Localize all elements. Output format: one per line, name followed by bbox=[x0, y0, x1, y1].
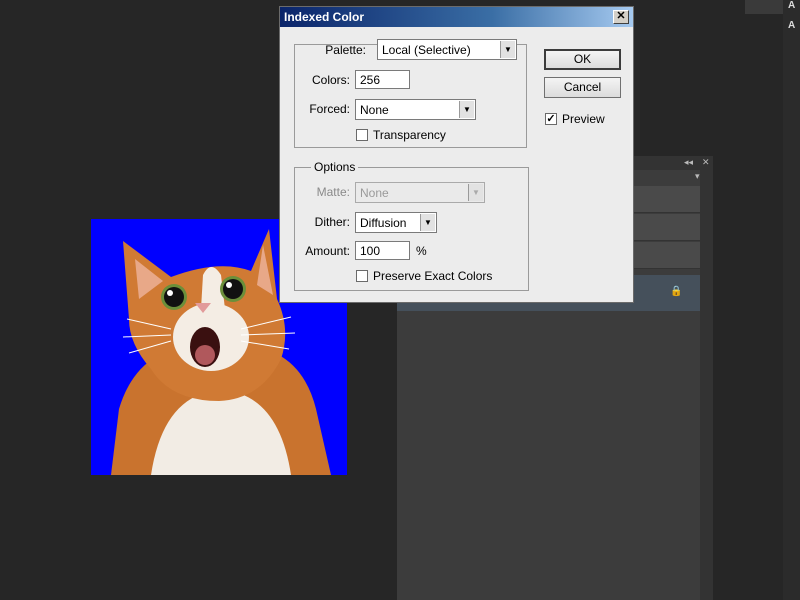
dialog-titlebar[interactable]: Indexed Color ✕ bbox=[280, 7, 633, 27]
options-legend: Options bbox=[311, 160, 359, 174]
close-panel-icon[interactable]: ✕ bbox=[702, 157, 710, 168]
dither-value: Diffusion bbox=[360, 216, 407, 230]
forced-select[interactable]: None ▼ bbox=[355, 99, 476, 120]
matte-select: None ▼ bbox=[355, 182, 485, 203]
colors-input[interactable]: 256 bbox=[355, 70, 410, 89]
panel-label-b[interactable]: A bbox=[788, 20, 795, 31]
preview-checkbox[interactable]: ✓ bbox=[545, 113, 557, 125]
dither-label: Dither: bbox=[314, 215, 350, 229]
panel-scrollbar[interactable] bbox=[700, 170, 713, 600]
amount-unit: % bbox=[416, 244, 427, 258]
palette-select[interactable]: Local (Selective) ▼ bbox=[377, 39, 517, 60]
cancel-button[interactable]: Cancel bbox=[544, 77, 621, 98]
amount-label: Amount: bbox=[305, 244, 350, 258]
dither-select[interactable]: Diffusion ▼ bbox=[355, 212, 437, 233]
close-icon[interactable]: ✕ bbox=[613, 10, 629, 24]
collapse-panel-icon[interactable]: ◂◂ bbox=[684, 157, 693, 168]
transparency-label: Transparency bbox=[373, 128, 446, 142]
palette-value: Local (Selective) bbox=[382, 43, 471, 57]
transparency-checkbox[interactable] bbox=[356, 129, 368, 141]
right-panel-strip bbox=[783, 0, 800, 600]
preserve-exact-colors-checkbox[interactable] bbox=[356, 270, 368, 282]
top-panel-tab[interactable] bbox=[745, 0, 783, 14]
indexed-color-dialog: Indexed Color ✕ Palette: Local (Selectiv… bbox=[279, 6, 634, 303]
lock-icon: 🔒 bbox=[670, 286, 683, 297]
amount-input[interactable]: 100 bbox=[355, 241, 410, 260]
colors-label: Colors: bbox=[311, 73, 350, 87]
check-icon: ✓ bbox=[546, 113, 556, 125]
forced-value: None bbox=[360, 103, 389, 117]
preview-label: Preview bbox=[562, 112, 605, 126]
forced-label: Forced: bbox=[309, 102, 350, 116]
preserve-exact-colors-label: Preserve Exact Colors bbox=[373, 269, 493, 283]
chevron-down-icon: ▼ bbox=[459, 101, 474, 118]
panel-label-a[interactable]: A bbox=[788, 0, 795, 11]
amount-value: 100 bbox=[360, 244, 381, 258]
colors-value: 256 bbox=[360, 73, 381, 87]
ok-button[interactable]: OK bbox=[544, 49, 621, 70]
matte-label: Matte: bbox=[316, 185, 350, 199]
dialog-title: Indexed Color bbox=[284, 10, 365, 24]
matte-value: None bbox=[360, 186, 389, 200]
chevron-down-icon: ▼ bbox=[468, 184, 483, 201]
chevron-down-icon: ▼ bbox=[500, 41, 515, 58]
palette-label: Palette: bbox=[325, 43, 366, 57]
chevron-down-icon: ▼ bbox=[420, 214, 435, 231]
